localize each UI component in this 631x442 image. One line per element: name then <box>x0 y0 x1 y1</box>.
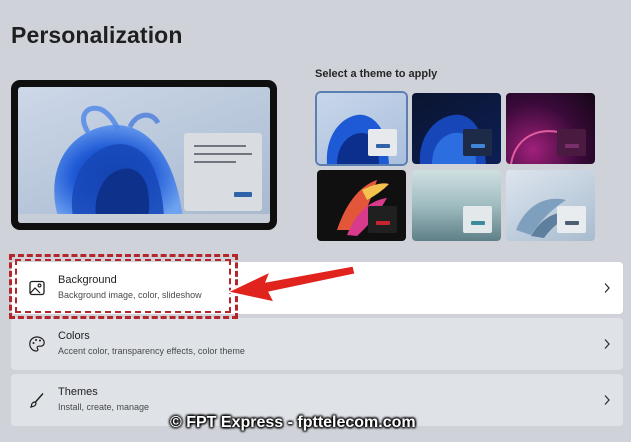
settings-row-colors[interactable]: Colors Accent color, transparency effect… <box>11 318 623 370</box>
theme-tile-windows-light[interactable] <box>317 93 406 164</box>
brush-icon <box>30 393 44 408</box>
theme-tile-glow[interactable] <box>506 93 595 164</box>
theme-tile-windows-dark[interactable] <box>412 93 501 164</box>
chevron-right-icon <box>604 339 610 349</box>
watermark: © FPT Express - fpttelecom.com <box>170 414 416 431</box>
theme-preview <box>11 80 277 230</box>
theme-tile-flow[interactable] <box>506 170 595 241</box>
pointer-arrow-icon <box>226 265 356 303</box>
themes-title: Themes <box>58 386 98 398</box>
theme-tile-sunrise[interactable] <box>412 170 501 241</box>
preview-window <box>184 133 262 211</box>
theme-tile-captured-motion[interactable] <box>317 170 406 241</box>
preview-taskbar <box>18 214 270 223</box>
chevron-right-icon <box>604 395 610 405</box>
themes-subtitle: Install, create, manage <box>58 402 150 412</box>
page-title: Personalization <box>11 22 183 48</box>
colors-title: Colors <box>58 330 90 342</box>
highlight-dashed-box-inner <box>15 259 231 313</box>
colors-subtitle: Accent color, transparency effects, colo… <box>58 346 245 356</box>
preview-screen <box>18 87 270 223</box>
chevron-right-icon <box>604 283 610 293</box>
palette-icon <box>29 336 45 352</box>
theme-heading: Select a theme to apply <box>315 68 438 80</box>
